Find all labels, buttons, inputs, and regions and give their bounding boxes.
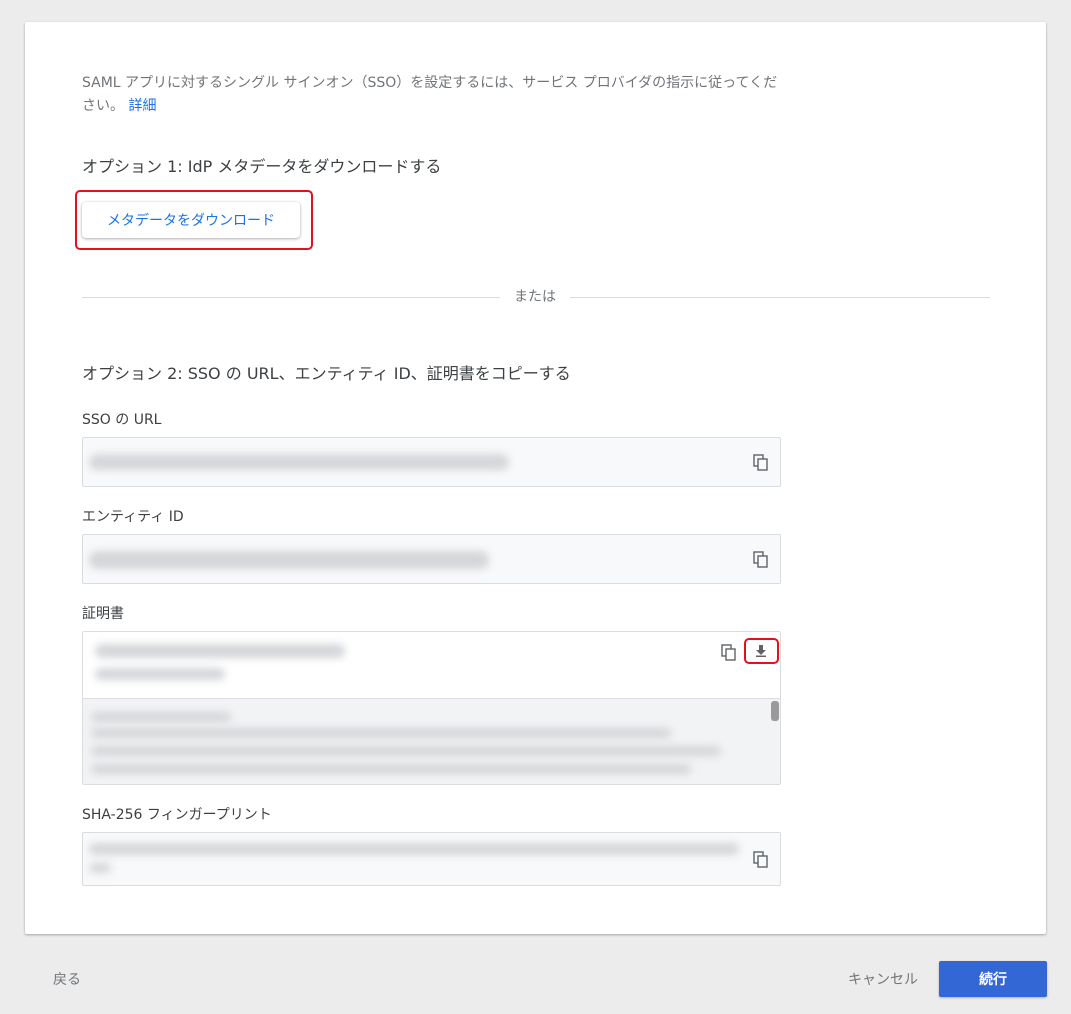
redacted-value — [89, 551, 489, 569]
learn-more-link[interactable]: 詳細 — [128, 98, 156, 114]
setup-card: SAML アプリに対するシングル サインオン（SSO）を設定するには、サービス … — [25, 22, 1046, 934]
redacted-value — [95, 668, 225, 680]
intro-description: SAML アプリに対するシングル サインオン（SSO）を設定するには、サービス … — [82, 75, 778, 114]
redacted-value — [89, 454, 509, 470]
intro-text: SAML アプリに対するシングル サインオン（SSO）を設定するには、サービス … — [82, 72, 782, 118]
fingerprint-field[interactable] — [82, 832, 781, 886]
back-button[interactable]: 戻る — [53, 969, 81, 989]
redacted-value — [89, 843, 739, 855]
entity-id-label: エンティティ ID — [82, 509, 184, 525]
redacted-value — [91, 746, 721, 756]
download-certificate-button[interactable] — [744, 638, 779, 664]
option1-title: オプション 1: IdP メタデータをダウンロードする — [82, 157, 442, 176]
cancel-button[interactable]: キャンセル — [848, 969, 918, 989]
certificate-field[interactable] — [82, 631, 781, 785]
scroll-thumb[interactable] — [771, 701, 779, 721]
divider-or-text: または — [500, 287, 570, 307]
option2-title: オプション 2: SSO の URL、エンティティ ID、証明書をコピーする — [82, 364, 571, 383]
certificate-label: 証明書 — [82, 606, 124, 622]
copy-icon[interactable] — [753, 551, 771, 569]
certificate-header — [83, 632, 780, 699]
continue-button[interactable]: 続行 — [939, 961, 1047, 997]
redacted-value — [91, 712, 231, 722]
fingerprint-label: SHA-256 フィンガープリント — [82, 807, 272, 823]
redacted-value — [95, 644, 345, 658]
copy-icon[interactable] — [753, 851, 771, 869]
entity-id-field[interactable] — [82, 534, 781, 584]
download-metadata-button[interactable]: メタデータをダウンロード — [82, 202, 300, 238]
redacted-value — [89, 863, 111, 873]
redacted-value — [91, 728, 671, 738]
sso-url-field[interactable] — [82, 437, 781, 487]
certificate-scrollbar[interactable] — [770, 699, 780, 785]
redacted-value — [91, 764, 691, 774]
copy-icon[interactable] — [721, 644, 739, 662]
sso-url-label: SSO の URL — [82, 412, 162, 428]
copy-icon[interactable] — [753, 454, 771, 472]
download-icon — [756, 645, 766, 657]
